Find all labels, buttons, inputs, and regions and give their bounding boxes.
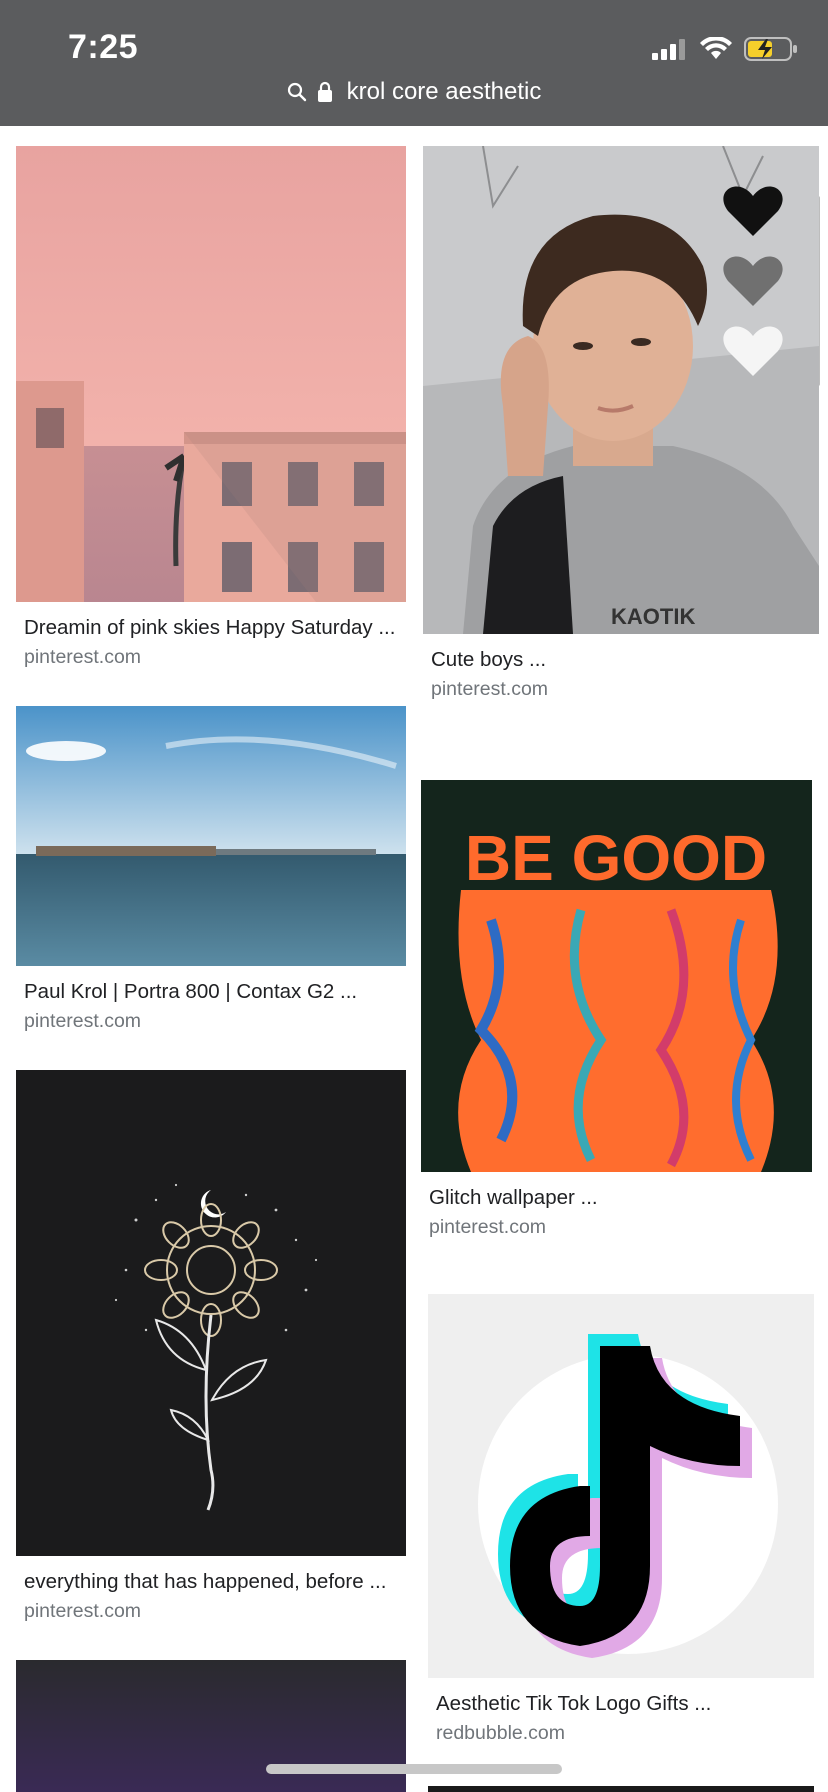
result-title[interactable]: Cute boys ... (431, 648, 546, 672)
result-card[interactable]: BE GOOD Glitch wallpaper ... pinterest.c… (421, 780, 812, 1250)
result-source: pinterest.com (24, 646, 142, 668)
search-icon (287, 82, 307, 102)
hoodie-text: KAOTIK (611, 604, 695, 629)
lock-icon (317, 81, 333, 103)
result-card[interactable]: Paul Krol | Portra 800 | Contax G2 ... p… (16, 706, 406, 1036)
result-card[interactable]: KAOTIK Cute boys ... pinterest.com (423, 146, 819, 706)
battery-charging-icon (744, 36, 798, 67)
result-title[interactable]: everything that has happened, before ... (24, 1570, 386, 1594)
result-source: pinterest.com (24, 1010, 142, 1032)
home-indicator[interactable] (266, 1764, 562, 1774)
result-title[interactable]: Aesthetic Tik Tok Logo Gifts ... (436, 1692, 711, 1716)
status-time: 7:25 (68, 28, 139, 66)
poster-text: BE GOOD (465, 822, 767, 894)
result-card[interactable]: Aesthetic Tik Tok Logo Gifts ... redbubb… (428, 1294, 814, 1744)
result-source: pinterest.com (431, 678, 549, 700)
result-source: pinterest.com (24, 1600, 142, 1622)
result-image-sunflower[interactable] (16, 1070, 406, 1556)
result-source: pinterest.com (429, 1216, 547, 1238)
status-icons (652, 36, 798, 67)
result-source: redbubble.com (436, 1722, 565, 1744)
wifi-icon (700, 36, 732, 66)
result-image-partial[interactable] (428, 1786, 814, 1792)
result-card[interactable]: everything that has happened, before ...… (16, 1070, 406, 1630)
result-image-sea[interactable] (16, 706, 406, 966)
browser-top-bar: 7:25 krol core aesthetic (0, 0, 828, 126)
result-image-tiktok-logo[interactable] (428, 1294, 814, 1678)
url-text[interactable]: krol core aesthetic (347, 78, 542, 106)
url-bar[interactable]: krol core aesthetic (0, 78, 828, 106)
result-title[interactable]: Dreamin of pink skies Happy Saturday ... (24, 616, 395, 640)
result-image-pink-skies[interactable] (16, 146, 406, 602)
result-card[interactable]: Dreamin of pink skies Happy Saturday ...… (16, 146, 406, 676)
result-title[interactable]: Paul Krol | Portra 800 | Contax G2 ... (24, 980, 357, 1004)
result-image-cute-boys[interactable]: KAOTIK (423, 146, 819, 634)
result-image-glitch[interactable]: BE GOOD (421, 780, 812, 1172)
cellular-signal-icon (652, 38, 688, 65)
result-title[interactable]: Glitch wallpaper ... (429, 1186, 598, 1210)
